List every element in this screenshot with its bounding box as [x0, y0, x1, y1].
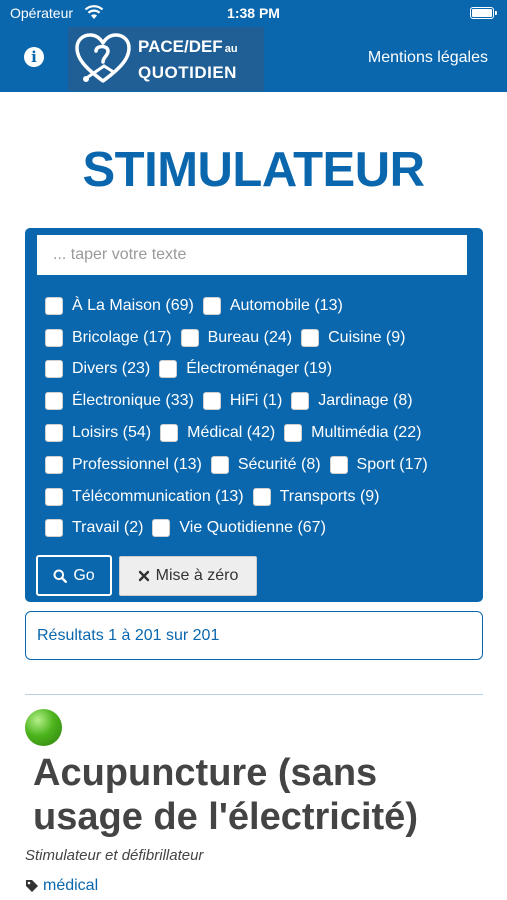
category-label: Travail (2) — [72, 519, 144, 537]
category-checkbox[interactable] — [152, 519, 171, 538]
divider — [25, 694, 483, 695]
category-checkbox[interactable] — [284, 424, 303, 443]
category-label: À La Maison (69) — [72, 296, 194, 314]
filter-row: Bricolage (17) Bureau (24) Cuisine (9) — [45, 322, 475, 354]
tag-icon — [26, 880, 38, 892]
category-filter[interactable]: Bureau (24) — [180, 328, 293, 347]
category-label: Sport (17) — [356, 455, 428, 473]
results-text: Résultats 1 à 201 sur 201 — [37, 627, 220, 644]
category-filter[interactable]: HiFi (1) — [202, 392, 283, 411]
category-filter[interactable]: Vie Quotidienne (67) — [152, 519, 326, 538]
category-label: Électroménager (19) — [186, 360, 333, 378]
category-checkbox[interactable] — [291, 392, 310, 411]
filter-row: À La Maison (69) Automobile (13) — [45, 290, 475, 322]
filter-row: Télécommunication (13) Transports (9) — [45, 481, 475, 513]
category-label: Professionnel (13) — [72, 455, 202, 473]
category-filter[interactable]: Transports (9) — [252, 487, 380, 506]
clock: 1:38 PM — [227, 5, 280, 21]
category-checkbox[interactable] — [329, 455, 348, 474]
category-checkbox[interactable] — [45, 360, 63, 379]
category-checkbox[interactable] — [202, 296, 221, 315]
category-label: Télécommunication (13) — [72, 487, 244, 505]
reset-button-label: Mise à zéro — [155, 567, 239, 584]
go-button[interactable]: Go — [36, 555, 112, 596]
category-checkbox[interactable] — [45, 328, 63, 347]
search-panel: À La Maison (69) Automobile (13) Bricolage… — [25, 228, 483, 602]
category-label: Transports (9) — [279, 487, 380, 505]
heart-hand-icon — [75, 33, 131, 83]
category-label: Jardinage (8) — [318, 392, 413, 410]
go-button-label: Go — [73, 566, 95, 584]
top-navbar: i PACE/DEF au QUOTIDIEN Mentions légales — [0, 27, 507, 92]
app-logo[interactable]: PACE/DEF au QUOTIDIEN — [68, 27, 264, 91]
category-label: HiFi (1) — [229, 392, 283, 410]
reset-button[interactable]: Mise à zéro — [119, 556, 257, 596]
mentions-legales-link[interactable]: Mentions légales — [368, 49, 488, 67]
category-filter[interactable]: À La Maison (69) — [45, 296, 194, 315]
logo-text-au: au — [224, 42, 238, 55]
category-filter[interactable]: Médical (42) — [160, 424, 276, 443]
category-filter[interactable]: Jardinage (8) — [291, 392, 413, 411]
results-count: Résultats 1 à 201 sur 201 — [25, 611, 483, 660]
filter-row: Électronique (33) HiFi (1) Jardinage (8) — [45, 385, 475, 417]
category-label: Électronique (33) — [72, 392, 194, 410]
category-checkbox[interactable] — [301, 328, 320, 347]
close-icon — [138, 570, 149, 582]
category-label: Cuisine (9) — [328, 328, 406, 346]
page-title: STIMULATEUR — [82, 143, 426, 197]
search-icon — [53, 569, 68, 583]
category-filter[interactable]: Travail (2) — [45, 519, 144, 538]
category-checkbox[interactable] — [45, 455, 63, 474]
category-checkbox[interactable] — [45, 296, 63, 315]
category-filters: À La Maison (69) Automobile (13) Bricolage… — [45, 290, 475, 544]
item-tag-label: médical — [43, 877, 99, 894]
category-filter[interactable]: Sécurité (8) — [210, 455, 321, 474]
category-filter[interactable]: Cuisine (9) — [301, 328, 406, 347]
info-icon[interactable]: i — [24, 47, 44, 67]
category-checkbox[interactable] — [45, 392, 63, 411]
category-checkbox[interactable] — [160, 424, 179, 443]
category-filter[interactable]: Divers (23) — [45, 360, 151, 379]
category-filter[interactable]: Sport (17) — [329, 455, 428, 474]
status-bar: Opérateur 1:38 PM — [0, 0, 507, 27]
category-label: Bricolage (17) — [72, 328, 172, 346]
category-label: Sécurité (8) — [237, 455, 321, 473]
filter-row: Loisirs (54) Médical (42) Multimédia (22) — [45, 417, 475, 449]
category-filter[interactable]: Professionnel (13) — [45, 455, 202, 474]
item-title[interactable]: Acupuncture (sans usage de l'électricité… — [33, 751, 493, 839]
category-filter[interactable]: Télécommunication (13) — [45, 487, 244, 506]
logo-text-line2: QUOTIDIEN — [138, 62, 237, 82]
category-filter[interactable]: Automobile (13) — [202, 296, 343, 315]
category-checkbox[interactable] — [159, 360, 178, 379]
search-input[interactable] — [37, 235, 467, 275]
category-checkbox[interactable] — [180, 328, 199, 347]
battery-icon — [470, 7, 497, 19]
item-tag-link[interactable]: médical — [25, 877, 98, 895]
category-filter[interactable]: Loisirs (54) — [45, 424, 152, 443]
item-subtitle: Stimulateur et défibrillateur — [25, 847, 204, 864]
category-checkbox[interactable] — [45, 519, 63, 538]
category-label: Médical (42) — [187, 424, 276, 442]
category-label: Loisirs (54) — [72, 424, 152, 442]
filter-row: Travail (2) Vie Quotidienne (67) — [45, 513, 475, 545]
status-indicator-icon — [25, 709, 62, 746]
category-checkbox[interactable] — [45, 487, 63, 506]
filter-row: Professionnel (13) Sécurité (8) Sport (17) — [45, 449, 475, 481]
category-label: Vie Quotidienne (67) — [179, 519, 326, 537]
category-filter[interactable]: Bricolage (17) — [45, 328, 172, 347]
category-label: Automobile (13) — [229, 296, 343, 314]
category-checkbox[interactable] — [45, 424, 63, 443]
category-label: Divers (23) — [72, 360, 151, 378]
logo-text-line1: PACE/DEF — [138, 36, 223, 56]
category-label: Bureau (24) — [207, 328, 293, 346]
category-filter[interactable]: Électroménager (19) — [159, 360, 333, 379]
category-filter[interactable]: Électronique (33) — [45, 392, 194, 411]
category-checkbox[interactable] — [202, 392, 221, 411]
category-checkbox[interactable] — [252, 487, 271, 506]
filter-row: Divers (23) Électroménager (19) — [45, 354, 475, 386]
category-filter[interactable]: Multimédia (22) — [284, 424, 422, 443]
category-checkbox[interactable] — [210, 455, 229, 474]
category-label: Multimédia (22) — [311, 424, 422, 442]
